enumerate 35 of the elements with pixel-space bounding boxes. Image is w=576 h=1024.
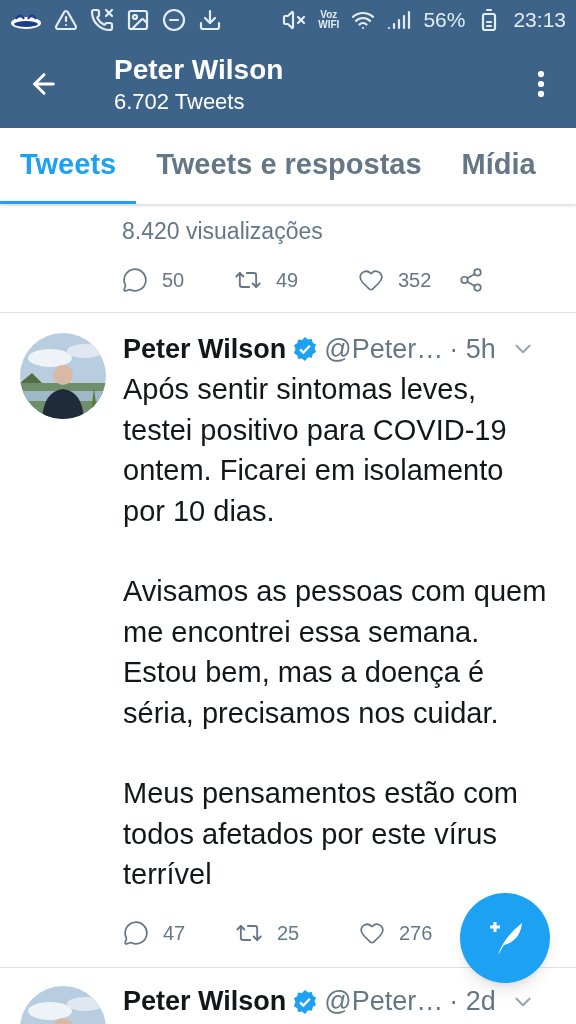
retweet-count: 49: [276, 268, 299, 293]
view-count: 8.420 visualizações: [122, 216, 323, 246]
tweet-text: Avisamos as pessoas com quem me encontrei essa semana. Estou bem, mas a doença é séria, precisamos nos cuidar.: [123, 574, 548, 731]
reply-icon[interactable]: [122, 267, 148, 293]
author-name[interactable]: Peter Wilson: [123, 328, 287, 370]
signal-icon: [387, 8, 412, 32]
author-handle: @Peter…: [324, 985, 444, 1019]
wifi-call-label: Voz WIFI: [318, 10, 340, 30]
reply-count: 47: [163, 920, 186, 946]
share-icon[interactable]: [458, 267, 484, 293]
tab[interactable]: Mídia: [441, 128, 556, 204]
mute-icon: [282, 8, 307, 32]
retweet-count: 25: [277, 920, 300, 946]
tweet-time: · 5h: [449, 332, 496, 366]
tweet-text: Meus pensamentos estão com todos afetados por este vírus terrível: [123, 776, 519, 892]
do-not-disturb-icon: [162, 8, 186, 32]
tweet-time: · 2d: [449, 985, 496, 1019]
profile-name: Peter Wilson: [114, 53, 285, 87]
reply-count: 50: [162, 268, 185, 293]
like-count: 352: [398, 268, 432, 293]
tweet-count: 6.702 Tweets: [114, 88, 246, 116]
author-name[interactable]: Peter Wilson: [123, 981, 287, 1022]
image-icon: [126, 8, 150, 32]
author-handle: @Peter…: [324, 332, 444, 366]
like-icon[interactable]: [358, 267, 384, 293]
missed-call-icon: [90, 8, 114, 32]
battery-percent: 56%: [423, 7, 466, 34]
clock: 23:13: [513, 7, 566, 34]
tweet-text: Após sentir sintomas leves, testei positivo para COVID-19 ontem. Ficarei em isolamento por 10 dias.: [123, 372, 508, 529]
reply-icon[interactable]: [123, 919, 149, 946]
download-icon: [198, 8, 222, 32]
tab[interactable]: Tweets e respostas: [136, 128, 442, 204]
like-count: 276: [399, 920, 433, 946]
tab[interactable]: Tweets: [0, 128, 137, 204]
warning-icon: [54, 8, 78, 32]
